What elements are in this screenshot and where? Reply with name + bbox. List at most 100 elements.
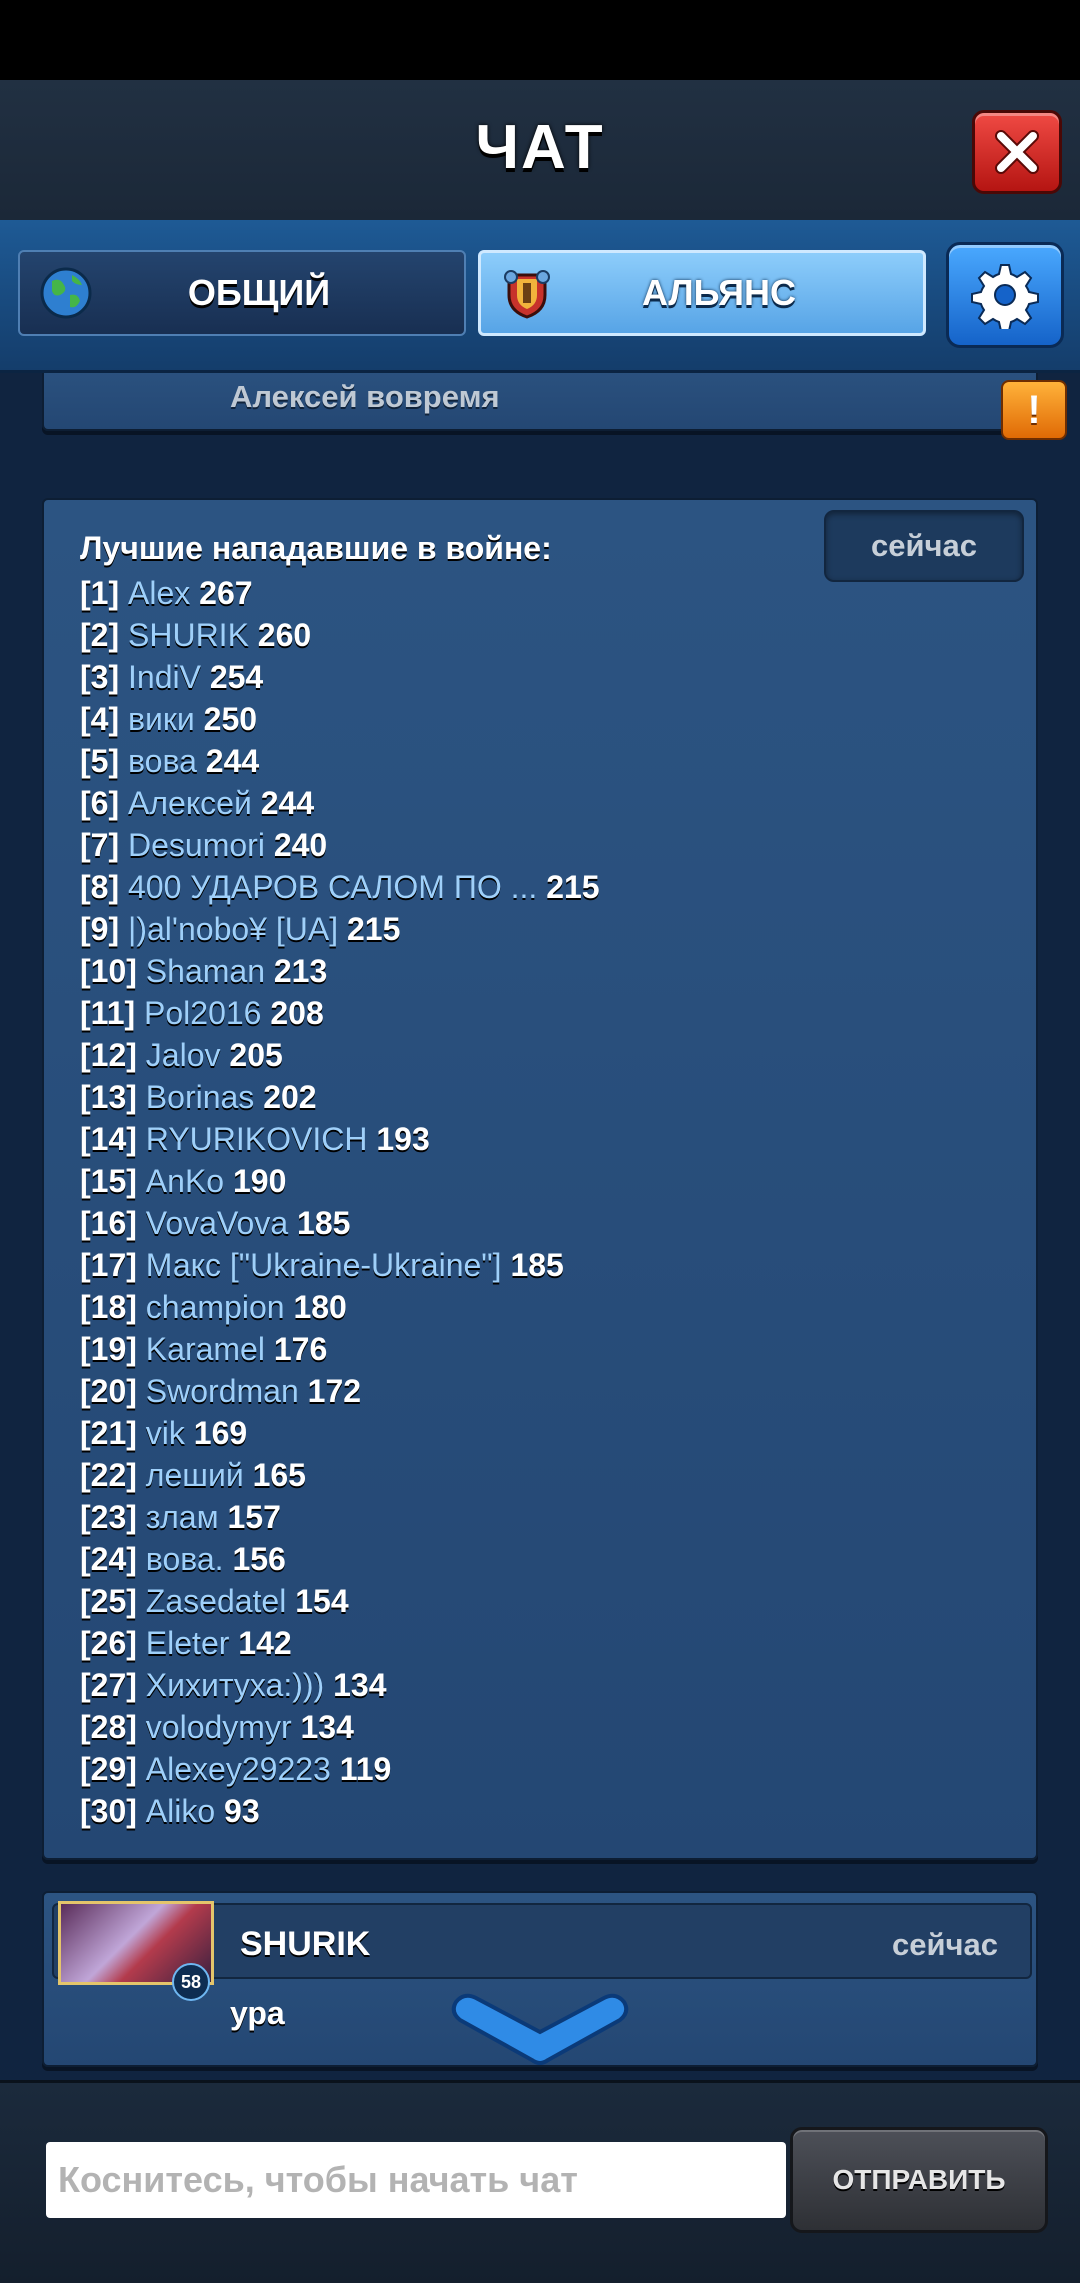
scroll-down-button[interactable] — [444, 1988, 636, 2068]
entry-score: 190 — [232, 1163, 287, 1199]
entry-rank: [30] — [80, 1793, 137, 1829]
chevron-down-icon — [451, 1993, 629, 2065]
leaderboard-entry: [7] Desumori 240 — [80, 824, 600, 866]
page-title: ЧАТ — [475, 113, 605, 182]
leaderboard-entry: [16] VovaVova 185 — [80, 1202, 600, 1244]
chat-message: Алексей вовремя — [42, 373, 1038, 431]
entry-score: 185 — [510, 1247, 564, 1283]
leaderboard-entry: [25] Zasedatel 154 — [80, 1580, 600, 1622]
entry-player-name[interactable]: Алексей — [128, 785, 252, 821]
entry-player-name[interactable]: AnKo — [146, 1163, 224, 1199]
leaderboard-entry: [4] вики 250 — [80, 698, 600, 740]
entry-player-name[interactable]: IndiV — [128, 659, 201, 695]
leaderboard-entry: [8] 400 УДАРОВ САЛОМ ПО ... 215 — [80, 866, 600, 908]
leaderboard-entry: [28] volodymyr 134 — [80, 1706, 600, 1748]
leaderboard-entry: [6] Алексей 244 — [80, 782, 600, 824]
entry-player-name[interactable]: vik — [146, 1415, 185, 1451]
leaderboard-entry: [27] Хихитуха:))) 134 — [80, 1664, 600, 1706]
entry-rank: [17] — [80, 1247, 137, 1283]
entry-player-name[interactable]: SHURIK — [128, 617, 249, 653]
message-time: сейчас — [891, 1927, 998, 1962]
leaderboard-entry: [18] champion 180 — [80, 1286, 600, 1328]
leaderboard-entry: [17] Макс ["Ukraine-Ukraine"] 185 — [80, 1244, 600, 1286]
entry-player-name[interactable]: Jalov — [146, 1037, 221, 1073]
entry-rank: [18] — [80, 1289, 137, 1325]
entry-player-name[interactable]: Alex — [128, 575, 190, 611]
entry-rank: [1] — [80, 575, 120, 611]
tab-general[interactable]: ОБЩИЙ — [18, 250, 466, 336]
entry-player-name[interactable]: RYURIKOVICH — [146, 1121, 368, 1157]
entry-score: 165 — [252, 1457, 306, 1493]
message-text: Алексей вовремя — [230, 379, 500, 414]
leaderboard-entry: [10] Shaman 213 — [80, 950, 600, 992]
entry-player-name[interactable]: вова. — [146, 1541, 224, 1577]
entry-player-name[interactable]: Eleter — [146, 1625, 230, 1661]
entry-player-name[interactable]: volodymyr — [146, 1709, 292, 1745]
entry-score: 193 — [376, 1121, 430, 1157]
entry-rank: [20] — [80, 1373, 137, 1409]
leaderboard-entry: [9] |)al'nobo¥ [UA] 215 — [80, 908, 600, 950]
entry-score: 93 — [224, 1793, 260, 1829]
entry-rank: [26] — [80, 1625, 137, 1661]
entry-rank: [10] — [80, 953, 137, 989]
leaderboard-entry: [20] Swordman 172 — [80, 1370, 600, 1412]
leaderboard-entry: [26] Eleter 142 — [80, 1622, 600, 1664]
chat-input[interactable] — [46, 2142, 786, 2218]
entry-score: 154 — [295, 1583, 349, 1619]
entry-player-name[interactable]: Swordman — [146, 1373, 299, 1409]
settings-button[interactable] — [946, 242, 1064, 348]
sender-name[interactable]: SHURIK — [240, 1925, 370, 1964]
leaderboard-entry: [29] Alexey29223 119 — [80, 1748, 600, 1790]
leaderboard-message: сейчас Лучшие нападавшие в войне: [1] Al… — [42, 498, 1038, 1860]
entry-player-name[interactable]: Хихитуха:))) — [146, 1667, 324, 1703]
entry-rank: [22] — [80, 1457, 137, 1493]
chat-header: ЧАТ — [0, 80, 1080, 222]
entry-score: 215 — [546, 869, 600, 905]
entry-rank: [24] — [80, 1541, 137, 1577]
close-button[interactable] — [972, 110, 1062, 194]
entry-player-name[interactable]: вова — [128, 743, 197, 779]
entry-rank: [7] — [80, 827, 120, 863]
entry-player-name[interactable]: вики — [128, 701, 195, 737]
tab-alliance[interactable]: АЛЬЯНС — [478, 250, 926, 336]
entry-player-name[interactable]: злам — [146, 1499, 219, 1535]
entry-rank: [5] — [80, 743, 120, 779]
entry-player-name[interactable]: Karamel — [146, 1331, 265, 1367]
report-button[interactable]: ! — [1001, 380, 1067, 440]
entry-rank: [6] — [80, 785, 120, 821]
entry-player-name[interactable]: Макс ["Ukraine-Ukraine"] — [146, 1247, 502, 1283]
entry-player-name[interactable]: |)al'nobo¥ [UA] — [128, 911, 338, 947]
status-bar — [0, 0, 1080, 80]
message-text: ура — [230, 1995, 285, 2031]
entry-player-name[interactable]: Desumori — [128, 827, 265, 863]
entry-player-name[interactable]: Shaman — [146, 953, 265, 989]
entry-score: 185 — [297, 1205, 351, 1241]
entry-rank: [25] — [80, 1583, 137, 1619]
entry-player-name[interactable]: champion — [146, 1289, 285, 1325]
entry-player-name[interactable]: 400 УДАРОВ САЛОМ ПО ... — [128, 869, 537, 905]
entry-rank: [19] — [80, 1331, 137, 1367]
leaderboard-entry: [1] Alex 267 — [80, 572, 600, 614]
entry-player-name[interactable]: Pol2016 — [144, 995, 261, 1031]
entry-player-name[interactable]: Alexey29223 — [146, 1751, 331, 1787]
send-button[interactable]: ОТПРАВИТЬ — [790, 2127, 1048, 2233]
entry-score: 250 — [203, 701, 258, 737]
entry-score: 215 — [346, 911, 401, 947]
entry-score: 240 — [273, 827, 328, 863]
entry-rank: [2] — [80, 617, 120, 653]
entry-rank: [3] — [80, 659, 120, 695]
entry-player-name[interactable]: Zasedatel — [146, 1583, 287, 1619]
entry-score: 119 — [339, 1751, 392, 1787]
entry-player-name[interactable]: леший — [146, 1457, 244, 1493]
leaderboard-entry: [19] Karamel 176 — [80, 1328, 600, 1370]
entry-player-name[interactable]: VovaVova — [146, 1205, 288, 1241]
entry-player-name[interactable]: Borinas — [146, 1079, 255, 1115]
chat-messages[interactable]: Алексей вовремя сейчас Лучшие нападавшие… — [0, 373, 1080, 2080]
gear-icon — [971, 264, 1039, 329]
entry-score: 208 — [270, 995, 324, 1031]
leaderboard-entry: [2] SHURIK 260 — [80, 614, 600, 656]
entry-rank: [15] — [80, 1163, 137, 1199]
leaderboard-entry: [13] Borinas 202 — [80, 1076, 600, 1118]
entry-rank: [11] — [80, 995, 136, 1031]
entry-player-name[interactable]: Aliko — [146, 1793, 215, 1829]
